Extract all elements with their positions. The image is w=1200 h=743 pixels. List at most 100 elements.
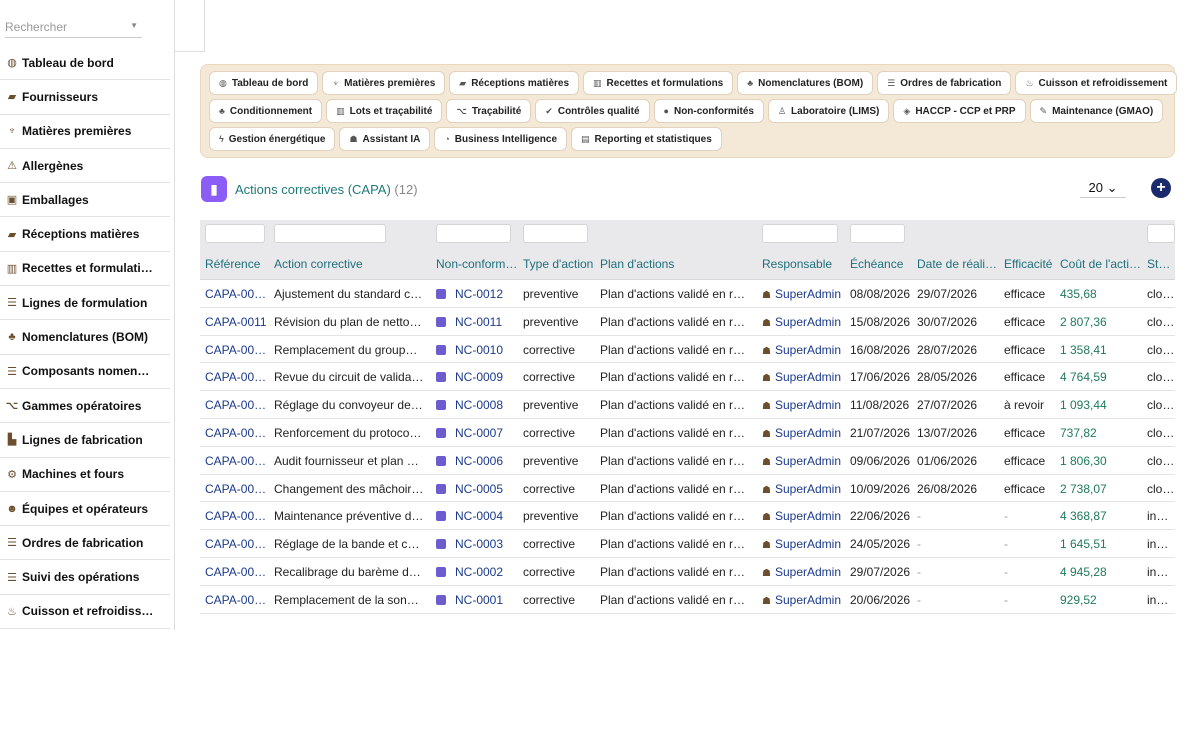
table-row[interactable]: CAPA-0001 Remplacement de la sonde … NC-00… [200,586,1175,614]
module-button[interactable]: ♣ Conditionnement [209,99,323,123]
column-filter-input[interactable] [850,224,905,243]
nonconformity-link[interactable]: NC-0007 [436,426,516,440]
sidebar-item[interactable]: ☻ Équipes et opérateurs [0,492,170,527]
module-button[interactable]: ◈ HACCP - CCP et PRP [893,99,1026,123]
sidebar-item[interactable]: ⌥ Gammes opératoires [0,389,170,424]
sidebar-item[interactable]: ▰ Fournisseurs [0,80,170,115]
table-row[interactable]: CAPA-0010 Remplacement du groupe fr… NC-00… [200,336,1175,364]
sidebar-item[interactable]: ▙ Lignes de fabrication [0,423,170,458]
column-header[interactable]: Action corrective [274,257,432,271]
column-header[interactable]: Non-conform… [436,257,519,271]
module-button[interactable]: ◍ Tableau de bord [209,71,319,95]
sidebar-item[interactable]: ⚠ Allergènes [0,149,170,184]
table-row[interactable]: CAPA-0009 Revue du circuit de validatio… N… [200,363,1175,392]
module-button[interactable]: ♙ Laboratoire (LIMS) [767,99,890,123]
column-filter-input[interactable] [1147,224,1175,243]
nonconformity-link[interactable]: NC-0012 [436,287,516,301]
table-row[interactable]: CAPA-0004 Maintenance préventive de l… NC-… [200,502,1175,531]
column-filter-input[interactable] [436,224,511,243]
table-row[interactable]: CAPA-0003 Réglage de la bande et cont… NC-… [200,530,1175,558]
reference-link[interactable]: CAPA-0002 [205,565,267,579]
table-row[interactable]: CAPA-0012 Ajustement du standard cou… NC-0… [200,280,1175,308]
module-button[interactable]: ♨ Cuisson et refroidissement [1015,71,1178,95]
nonconformity-link[interactable]: NC-0009 [436,370,516,384]
module-button[interactable]: ▤ Reporting et statistiques [571,127,722,151]
reference-link[interactable]: CAPA-0007 [205,426,267,440]
module-button[interactable]: ● Non-conformités [653,99,764,123]
nonconformity-link[interactable]: NC-0003 [436,537,516,551]
nonconformity-link[interactable]: NC-0005 [436,482,516,496]
sidebar-item[interactable]: ⚙ Machines et fours [0,458,170,492]
reference-link[interactable]: CAPA-0008 [205,398,267,412]
reference-link[interactable]: CAPA-0012 [205,287,267,301]
responsible-link[interactable]: ☗ SuperAdmin [762,482,847,496]
responsible-link[interactable]: ☗ SuperAdmin [762,287,847,301]
sidebar-item[interactable]: ☰ Composants nomen… [0,355,170,389]
module-button[interactable]: ϟ Gestion énergétique [209,127,336,151]
responsible-link[interactable]: ☗ SuperAdmin [762,454,847,468]
module-button[interactable]: ▰ Réceptions matières [449,71,580,95]
column-header[interactable]: Référence [205,257,270,271]
table-row[interactable]: CAPA-0008 Réglage du convoyeur de s… NC-00… [200,391,1175,419]
nonconformity-link[interactable]: NC-0011 [436,315,516,329]
responsible-link[interactable]: ☗ SuperAdmin [762,343,847,357]
module-button[interactable]: ♣ Nomenclatures (BOM) [737,71,874,95]
table-row[interactable]: CAPA-0005 Changement des mâchoires… NC-000… [200,475,1175,503]
reference-link[interactable]: CAPA-0001 [205,593,267,607]
reference-link[interactable]: CAPA-0011 [205,315,267,329]
module-button[interactable]: ▥ Recettes et formulations [583,71,734,95]
reference-link[interactable]: CAPA-0005 [205,482,267,496]
responsible-link[interactable]: ☗ SuperAdmin [762,565,847,579]
responsible-link[interactable]: ☗ SuperAdmin [762,370,847,384]
nonconformity-link[interactable]: NC-0006 [436,454,516,468]
search-input[interactable]: Rechercher ▼ [5,16,142,38]
column-header[interactable]: Date de réali… [917,257,1000,271]
responsible-link[interactable]: ☗ SuperAdmin [762,398,847,412]
sidebar-item[interactable]: ♆ Matières premières [0,115,170,149]
sidebar-item[interactable]: ▣ Emballages [0,183,170,218]
responsible-link[interactable]: ☗ SuperAdmin [762,537,847,551]
column-header[interactable]: Responsable [762,257,846,271]
reference-link[interactable]: CAPA-0009 [205,370,267,384]
add-record-button[interactable]: + [1151,178,1171,198]
responsible-link[interactable]: ☗ SuperAdmin [762,426,847,440]
sidebar-item[interactable]: ▥ Recettes et formulati… [0,252,170,287]
nonconformity-link[interactable]: NC-0002 [436,565,516,579]
reference-link[interactable]: CAPA-0003 [205,537,267,551]
column-header[interactable]: Coût de l'acti… [1060,257,1143,271]
column-header[interactable]: Type d'action [523,257,596,271]
module-button[interactable]: ⌥ Traçabilité [446,99,532,123]
sidebar-item[interactable]: ☰ Suivi des opérations [0,560,170,595]
module-button[interactable]: ✎ Maintenance (GMAO) [1029,99,1164,123]
module-button[interactable]: ♆ Matières premières [322,71,446,95]
table-row[interactable]: CAPA-0006 Audit fournisseur et plan de … N… [200,447,1175,475]
column-header[interactable]: Statut [1147,257,1171,271]
nonconformity-link[interactable]: NC-0001 [436,593,516,607]
sidebar-item[interactable]: ☰ Lignes de formulation [0,286,170,321]
reference-link[interactable]: CAPA-0010 [205,343,267,357]
table-row[interactable]: CAPA-0007 Renforcement du protocole … NC-0… [200,419,1175,447]
column-header[interactable]: Plan d'actions [600,257,758,271]
sidebar-item[interactable]: ◍ Tableau de bord [0,46,170,81]
module-button[interactable]: ☗ Assistant IA [339,127,431,151]
column-filter-input[interactable] [523,224,588,243]
module-button[interactable]: ✔ Contrôles qualité [535,99,650,123]
responsible-link[interactable]: ☗ SuperAdmin [762,315,847,329]
module-button[interactable]: ▥ Lots et traçabilité [326,99,443,123]
nonconformity-link[interactable]: NC-0010 [436,343,516,357]
column-filter-input[interactable] [274,224,386,243]
responsible-link[interactable]: ☗ SuperAdmin [762,509,847,523]
nonconformity-link[interactable]: NC-0004 [436,509,516,523]
reference-link[interactable]: CAPA-0006 [205,454,267,468]
module-button[interactable]: ☰ Ordres de fabrication [877,71,1012,95]
nonconformity-link[interactable]: NC-0008 [436,398,516,412]
column-filter-input[interactable] [205,224,265,243]
sidebar-item[interactable]: ♨ Cuisson et refroidiss… [0,595,170,630]
sidebar-item[interactable]: ▰ Réceptions matières [0,217,170,252]
column-header[interactable]: Échéance [850,257,913,271]
column-filter-input[interactable] [762,224,838,243]
responsible-link[interactable]: ☗ SuperAdmin [762,593,847,607]
table-row[interactable]: CAPA-0002 Recalibrage du barème de c… NC-0… [200,558,1175,586]
module-button[interactable]: ◔ Business Intelligence [434,127,568,151]
page-size-select[interactable]: 20 ⌄ [1080,178,1126,198]
